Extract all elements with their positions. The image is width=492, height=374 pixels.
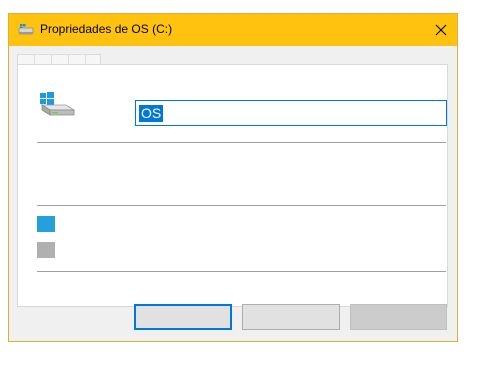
used-space-swatch	[37, 216, 55, 232]
windows-drive-icon	[40, 92, 76, 116]
free-space-swatch	[37, 242, 55, 258]
drive-name-input[interactable]: OS	[135, 100, 447, 126]
tab-content-panel: OS	[17, 64, 448, 307]
title-bar[interactable]: Propriedades de OS (C:)	[9, 14, 457, 46]
separator-2	[37, 205, 446, 206]
close-icon	[435, 24, 447, 36]
ok-button[interactable]	[134, 304, 232, 330]
apply-button[interactable]	[350, 304, 447, 330]
drive-icon	[18, 24, 34, 35]
separator-1	[37, 142, 446, 143]
properties-dialog: Propriedades de OS (C:) OS	[8, 13, 458, 342]
drive-name-selected-text: OS	[139, 104, 164, 122]
separator-3	[37, 271, 446, 272]
window-title: Propriedades de OS (C:)	[40, 22, 173, 36]
cancel-button[interactable]	[242, 304, 340, 330]
close-button[interactable]	[425, 14, 457, 46]
